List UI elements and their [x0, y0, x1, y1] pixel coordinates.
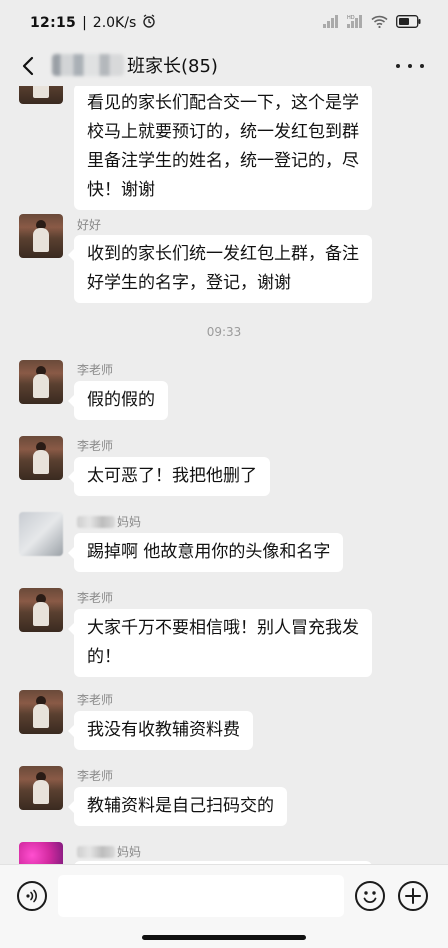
sender-name: 李老师	[77, 591, 114, 605]
sender-name: 李老师	[77, 693, 114, 707]
more-icon	[396, 64, 400, 68]
avatar[interactable]	[19, 512, 63, 556]
more-button[interactable]	[396, 54, 424, 78]
redacted-name	[77, 845, 115, 858]
add-button[interactable]	[398, 881, 428, 911]
message-timestamp: 09:33	[206, 325, 242, 339]
message-list[interactable]: 看见的家长们配合交一下，这个是学校马上就要预订的，统一发红包到群里备注学生的姓名…	[0, 86, 448, 864]
voice-icon	[26, 889, 37, 903]
chat-title-text: 班家长(85)	[127, 56, 218, 77]
message-bubble[interactable]: 我没有收教辅资料费	[68, 711, 253, 750]
avatar[interactable]	[19, 86, 63, 104]
sender-name: 李老师	[77, 769, 114, 783]
status-time: 12:15	[30, 15, 77, 31]
message-bubble[interactable]: 看见的家长们配合交一下，这个是学校马上就要预订的，统一发红包到群里备注学生的姓名…	[74, 86, 372, 210]
chevron-left-icon	[22, 56, 34, 76]
sender-name: 李老师	[77, 363, 114, 377]
emoji-button[interactable]	[355, 881, 385, 911]
avatar[interactable]	[19, 360, 63, 404]
avatar[interactable]	[19, 214, 63, 258]
emoji-icon	[363, 891, 377, 903]
sender-name: 妈妈	[77, 513, 141, 530]
redacted-group-name	[52, 54, 124, 76]
input-bar	[0, 864, 448, 948]
alarm-icon	[142, 14, 156, 32]
avatar[interactable]	[19, 766, 63, 810]
message-bubble[interactable]: 收到的家长们统一发红包上群，备注好学生的名字，登记，谢谢	[68, 235, 372, 303]
plus-icon	[405, 888, 421, 904]
back-button[interactable]	[16, 54, 40, 78]
home-indicator	[142, 935, 306, 940]
wifi-icon	[371, 15, 388, 32]
message-bubble[interactable]: 教辅资料是自己扫码交的	[68, 787, 287, 826]
voice-button[interactable]	[17, 881, 47, 911]
message-input[interactable]	[58, 875, 344, 917]
avatar[interactable]	[19, 588, 63, 632]
battery-icon	[396, 14, 422, 32]
sender-name: 李老师	[77, 439, 114, 453]
redacted-name	[77, 515, 115, 528]
signal-icon	[323, 14, 339, 32]
message-bubble[interactable]: 假的假的	[68, 381, 168, 420]
avatar[interactable]	[19, 842, 63, 864]
message-bubble[interactable]: 踢掉啊 他故意用你的头像和名字	[67, 533, 344, 572]
avatar[interactable]	[19, 436, 63, 480]
message-bubble[interactable]: 太可恶了！我把他删了	[68, 457, 270, 496]
chat-header: 班家长(85)	[0, 46, 448, 86]
sender-name: 妈妈	[77, 843, 141, 860]
message-bubble[interactable]: 大家千万不要相信哦！别人冒充我发的！	[68, 609, 372, 677]
chat-title: 班家长(85)	[52, 52, 218, 78]
svg-text:HD: HD	[347, 15, 355, 21]
sender-name: 好好	[77, 218, 102, 232]
status-divider: |	[82, 15, 87, 31]
network-speed: 2.0K/s	[92, 15, 137, 31]
avatar[interactable]	[19, 690, 63, 734]
status-bar: 12:15 | 2.0K/s HD	[0, 0, 448, 46]
signal-icon: HD	[347, 14, 363, 32]
